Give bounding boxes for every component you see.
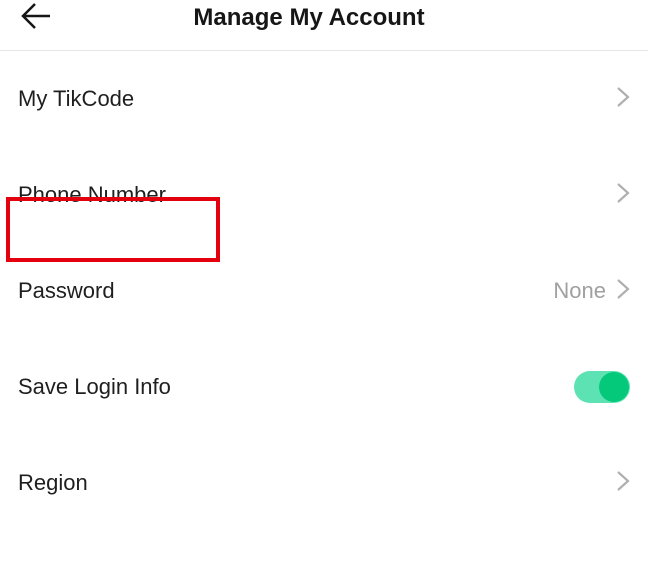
page-title: Manage My Account	[0, 4, 630, 32]
list-item-tikcode[interactable]: My TikCode	[0, 51, 648, 147]
list-item-right	[574, 371, 630, 403]
list-item-label: Phone Number	[18, 182, 166, 208]
header: Manage My Account	[0, 0, 648, 51]
save-login-toggle[interactable]	[574, 371, 630, 403]
list-item-region[interactable]: Region	[0, 435, 648, 531]
list-item-label: Password	[18, 278, 115, 304]
list-item-phone-number[interactable]: Phone Number	[0, 147, 648, 243]
list-item-label: Save Login Info	[18, 374, 171, 400]
chevron-right-icon	[616, 86, 630, 113]
chevron-right-icon	[616, 470, 630, 497]
chevron-right-icon	[616, 278, 630, 305]
chevron-right-icon	[616, 182, 630, 209]
list-item-value: None	[553, 278, 606, 304]
back-button[interactable]	[20, 0, 52, 37]
list-item-right	[616, 470, 630, 497]
list-item-right: None	[553, 278, 630, 305]
list-item-right	[616, 86, 630, 113]
arrow-left-icon	[20, 19, 52, 36]
list-item-right	[616, 182, 630, 209]
list-item-label: My TikCode	[18, 86, 134, 112]
list-item-password[interactable]: Password None	[0, 243, 648, 339]
list-item-label: Region	[18, 470, 88, 496]
settings-list: My TikCode Phone Number Password None Sa…	[0, 51, 648, 531]
list-item-save-login: Save Login Info	[0, 339, 648, 435]
toggle-knob	[599, 372, 629, 402]
